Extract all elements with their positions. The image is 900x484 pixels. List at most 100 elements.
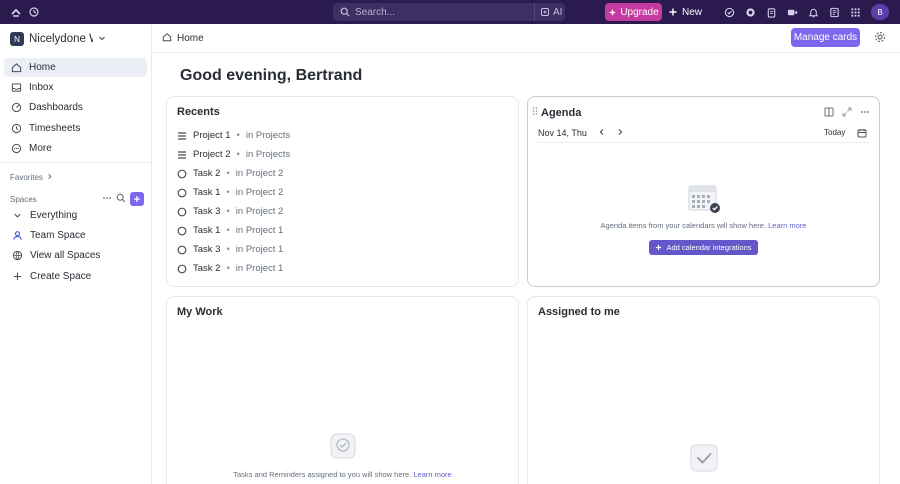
sidebar-item-home[interactable]: Home xyxy=(4,58,147,77)
back-icon[interactable] xyxy=(26,4,42,20)
upgrade-icon xyxy=(609,8,617,16)
ai-button[interactable]: AI xyxy=(534,3,565,21)
separator-dot: • xyxy=(236,130,240,141)
calendar-icon[interactable] xyxy=(857,127,868,138)
workspace-switcher[interactable]: N Nicelydone Workspace xyxy=(10,31,106,47)
avatar-initial: B xyxy=(877,7,883,17)
notepad-icon[interactable] xyxy=(826,4,842,20)
sidebar-item-label: Home xyxy=(29,62,56,73)
add-space-button[interactable] xyxy=(130,192,144,206)
new-button[interactable]: New xyxy=(668,3,708,21)
agenda-title: Agenda xyxy=(541,106,582,119)
agenda-date-nav xyxy=(598,128,624,138)
my-work-card: My Work Tasks and Reminders assigned to … xyxy=(166,296,519,484)
agenda-header: Agenda xyxy=(532,106,581,119)
dashboards-icon xyxy=(10,102,22,114)
add-calendar-integrations-button[interactable]: Add calendar integrations xyxy=(649,240,758,255)
chevron-down-icon xyxy=(98,34,106,44)
list-item[interactable]: Task 3 • in Project 2 xyxy=(177,202,290,221)
inbox-illustration-icon xyxy=(328,431,358,461)
space-item-label: Everything xyxy=(30,210,78,221)
new-label: New xyxy=(682,6,703,18)
chevron-right-icon[interactable] xyxy=(616,128,624,138)
top-bar: Search... AI Upgrade New B xyxy=(0,0,900,24)
separator-dot: • xyxy=(226,244,230,255)
gear-icon[interactable] xyxy=(874,31,888,45)
plus-icon xyxy=(656,244,662,251)
video-icon[interactable] xyxy=(784,4,800,20)
everything-icon xyxy=(11,210,23,222)
chevron-left-icon[interactable] xyxy=(598,128,606,138)
today-button[interactable]: Today xyxy=(824,128,845,137)
sidebar-item-team-space[interactable]: Team Space xyxy=(4,226,147,245)
assigned-title: Assigned to me xyxy=(538,306,620,318)
chevron-right-icon xyxy=(46,173,53,182)
spaces-search-icon[interactable] xyxy=(116,193,126,205)
favorites-toggle[interactable]: Favorites xyxy=(10,173,53,182)
expand-icon[interactable] xyxy=(841,106,852,117)
recents-list: Project 1 • in Projects Project 2 • in P… xyxy=(177,126,290,278)
bell-icon[interactable] xyxy=(805,4,821,20)
drag-handle-icon[interactable] xyxy=(532,106,538,119)
sidebar-item-more[interactable]: More xyxy=(4,139,147,158)
sidebar-item-inbox[interactable]: Inbox xyxy=(4,78,147,97)
sidebar-item-create-space[interactable]: Create Space xyxy=(4,267,147,286)
agenda-empty-message: Agenda items from your calendars will sh… xyxy=(528,221,879,230)
search-placeholder: Search... xyxy=(355,6,396,18)
spaces-list: Everything Team Space View all Spaces Cr… xyxy=(4,206,147,287)
search-input[interactable]: Search... xyxy=(333,3,565,21)
upgrade-button[interactable]: Upgrade xyxy=(605,3,662,21)
more-options-icon[interactable] xyxy=(859,106,870,117)
space-item-label: View all Spaces xyxy=(30,250,101,262)
manage-cards-label: Manage cards xyxy=(793,32,858,43)
list-icon xyxy=(177,150,187,160)
page-title: Good evening, Bertrand xyxy=(180,67,363,84)
sidebar-item-timesheets[interactable]: Timesheets xyxy=(4,119,147,138)
ai-sparkle-icon xyxy=(541,8,549,16)
recent-name: Task 1 xyxy=(193,187,221,198)
notification-icon[interactable] xyxy=(742,4,758,20)
list-item[interactable]: Task 1 • in Project 2 xyxy=(177,183,290,202)
recents-title: Recents xyxy=(177,106,220,118)
list-item[interactable]: Task 2 • in Project 2 xyxy=(177,164,290,183)
add-calendar-label: Add calendar integrations xyxy=(666,243,752,252)
layout-icon[interactable] xyxy=(823,106,834,117)
app-logo-icon[interactable] xyxy=(8,4,24,20)
task-icon xyxy=(177,245,187,255)
favorites-label: Favorites xyxy=(10,173,43,182)
list-icon xyxy=(177,131,187,141)
sidebar-item-view-all-spaces[interactable]: View all Spaces xyxy=(4,246,147,265)
search-icon xyxy=(339,6,351,18)
recent-name: Task 2 xyxy=(193,263,221,274)
checkmark-illustration-icon xyxy=(688,443,720,473)
breadcrumb[interactable]: Home xyxy=(162,32,204,45)
ai-label: AI xyxy=(553,6,563,18)
recent-location: in Project 2 xyxy=(235,168,284,179)
list-item[interactable]: Task 1 • in Project 1 xyxy=(177,221,290,240)
workspace-name: Nicelydone Workspace xyxy=(29,33,93,45)
sidebar-nav: Home Inbox Dashboards Timesheets More xyxy=(4,58,147,159)
checkmark-circle-icon[interactable] xyxy=(721,4,737,20)
apps-grid-icon[interactable] xyxy=(847,4,863,20)
sidebar-item-everything[interactable]: Everything xyxy=(4,206,147,225)
task-icon xyxy=(177,264,187,274)
space-item-label: Create Space xyxy=(30,270,92,282)
top-bar-right xyxy=(721,4,863,20)
list-item[interactable]: Project 1 • in Projects xyxy=(177,126,290,145)
list-item[interactable]: Task 2 • in Project 1 xyxy=(177,259,290,278)
list-item[interactable]: Task 3 • in Project 1 xyxy=(177,240,290,259)
learn-more-link[interactable]: Learn more xyxy=(768,221,806,230)
manage-cards-button[interactable]: Manage cards xyxy=(791,28,860,47)
user-avatar[interactable]: B xyxy=(871,4,889,20)
agenda-card: Agenda Nov 14, Thu Today Agenda items fr… xyxy=(527,96,880,287)
clipboard-icon[interactable] xyxy=(763,4,779,20)
list-item[interactable]: Project 2 • in Projects xyxy=(177,145,290,164)
spaces-more-icon[interactable] xyxy=(102,193,112,205)
sidebar-item-dashboards[interactable]: Dashboards xyxy=(4,98,147,117)
task-icon xyxy=(177,188,187,198)
breadcrumb-label: Home xyxy=(177,33,204,44)
my-work-title: My Work xyxy=(177,306,223,318)
more-icon xyxy=(10,142,22,154)
learn-more-link[interactable]: Learn more xyxy=(413,470,451,479)
plus-icon xyxy=(134,196,140,202)
